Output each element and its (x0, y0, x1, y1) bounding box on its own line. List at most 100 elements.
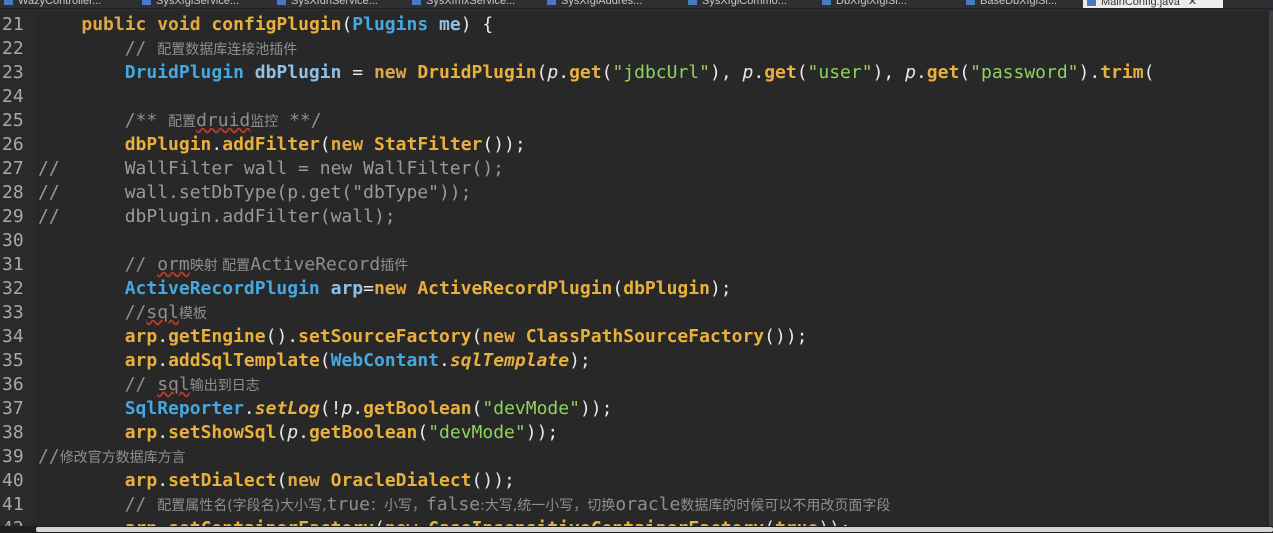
code-token: new (330, 134, 374, 155)
line-number: 22 (2, 38, 24, 59)
code-line[interactable]: 27 // WallFilter wall = new WallFilter(); (0, 157, 1269, 181)
tab-label: SysXfglAddres... (561, 0, 643, 7)
code-token: ( (764, 518, 775, 526)
code-token: Plugins (352, 14, 429, 35)
line-number: 24 (2, 86, 24, 107)
code-line[interactable]: 28 // wall.setDbType(p.get("dbType")); (0, 181, 1269, 205)
code-text: // sql输出到日志 (38, 373, 260, 398)
code-token: . (558, 62, 570, 83)
code-token: ：小写， (369, 498, 426, 514)
code-line[interactable]: 21 public void configPlugin(Plugins me) … (0, 13, 1269, 37)
code-token: ( (417, 422, 429, 443)
code-token: p (905, 62, 916, 83)
code-line[interactable]: 33 //sql模板 (0, 301, 1269, 325)
code-line[interactable]: 23 DruidPlugin dbPlugin = new DruidPlugi… (0, 61, 1269, 85)
code-token: **/ (278, 110, 322, 131)
tab-label: SysXfmxService... (426, 0, 516, 7)
code-editor[interactable]: 21 public void configPlugin(Plugins me) … (0, 11, 1269, 526)
code-text: // WallFilter wall = new WallFilter(); (38, 157, 504, 181)
code-token: "jdbcUrl" (612, 62, 710, 83)
code-text: // orm映射 配置ActiveRecord插件 (38, 253, 409, 278)
line-number: 34 (2, 326, 24, 347)
editor-tab[interactable]: MainConfig.java ✕ (1083, 0, 1223, 8)
java-file-icon (547, 0, 556, 5)
code-line[interactable]: 36 // sql输出到日志 (0, 373, 1269, 397)
editor-tab[interactable]: SysXfmxService... (408, 0, 536, 8)
code-text: arp.setDialect(new OracleDialect()); (38, 469, 515, 493)
editor-tab[interactable]: DbXfglXfglSi... (818, 0, 955, 8)
code-line[interactable]: 22 // 配置数据库连接池插件 (0, 37, 1269, 61)
code-token: p (742, 62, 754, 83)
code-token: 输出到日志 (189, 378, 260, 394)
code-token: 修改官方数据库方言 (59, 450, 186, 466)
code-line[interactable]: 41 // 配置属性名(字段名)大小写,true：小写，false:大写,统一小… (0, 493, 1269, 517)
code-line[interactable]: 25 /** 配置druid监控 **/ (0, 109, 1269, 133)
code-token: . (157, 518, 168, 526)
code-line[interactable]: 32 ActiveRecordPlugin arp=new ActiveReco… (0, 277, 1269, 301)
horizontal-scrollbar-thumb[interactable] (36, 527, 1273, 532)
code-token: ()); (482, 134, 526, 155)
code-line[interactable]: 34 arp.getEngine().setSourceFactory(new … (0, 325, 1269, 349)
java-file-icon (142, 0, 151, 5)
code-line[interactable]: 39 //修改官方数据库方言 (0, 445, 1269, 469)
code-line[interactable]: 30 (0, 229, 1269, 253)
code-token: ()); (764, 326, 808, 347)
editor-tab[interactable]: WazyController... (0, 0, 130, 8)
editor-tab[interactable]: SysXfglAddres... (543, 0, 677, 8)
code-token: // WallFilter wall = new WallFilter(); (38, 158, 504, 179)
code-token: dbPlugin (124, 134, 212, 155)
editor-tab[interactable]: SysXfdhService... (273, 0, 401, 8)
code-token: ( (276, 422, 288, 443)
code-line[interactable]: 38 arp.setShowSql(p.getBoolean("devMode"… (0, 421, 1269, 445)
code-token: setLog (254, 398, 320, 419)
code-token: . (243, 398, 255, 419)
code-token: ( (1143, 62, 1155, 83)
code-token: setDialect (168, 470, 277, 491)
horizontal-scrollbar[interactable] (0, 526, 1273, 533)
code-line[interactable]: 31 // orm映射 配置ActiveRecord插件 (0, 253, 1269, 277)
code-text: // wall.setDbType(p.get("dbType")); (38, 181, 471, 205)
code-token: new (287, 470, 331, 491)
code-token: orm (157, 254, 190, 275)
code-line[interactable]: 42 arp.setContainerFactory(new CaseInsen… (0, 517, 1269, 526)
code-line[interactable]: 40 arp.setDialect(new OracleDialect()); (0, 469, 1269, 493)
line-number: 33 (2, 302, 24, 323)
code-text: //修改官方数据库方言 (38, 445, 186, 470)
code-token: )); (525, 422, 559, 443)
code-line[interactable]: 37 SqlReporter.setLog(!p.getBoolean("dev… (0, 397, 1269, 421)
code-text: arp.addSqlTemplate(WebContant.sqlTemplat… (38, 349, 591, 373)
code-line[interactable]: 26 dbPlugin.addFilter(new StatFilter()); (0, 133, 1269, 157)
code-token: new (482, 326, 526, 347)
code-token: . (157, 470, 169, 491)
code-token: )); (579, 398, 613, 419)
java-file-icon (822, 0, 831, 5)
code-token: ( (959, 62, 971, 83)
code-token: p (287, 422, 299, 443)
code-token: /** (124, 110, 169, 131)
code-token: ( (601, 62, 613, 83)
code-text: // 配置属性名(字段名)大小写,true：小写，false:大写,统一小写，切… (38, 493, 891, 518)
code-token: true (326, 494, 370, 515)
vertical-scrollbar[interactable] (1269, 11, 1273, 526)
close-tab-icon[interactable]: ✕ (1188, 0, 1197, 8)
code-token: 数据库的时候可以不用改页面字段 (680, 498, 891, 514)
tab-label: SysXfglCommo... (702, 0, 787, 7)
code-line[interactable]: 29 // dbPlugin.addFilter(wall); (0, 205, 1269, 229)
code-token: ( (319, 350, 331, 371)
editor-tab[interactable]: BaseDbXfglSi... (962, 0, 1076, 8)
code-line[interactable]: 24 (0, 85, 1269, 109)
code-token: arp (125, 518, 158, 526)
line-number: 25 (2, 110, 24, 131)
code-line[interactable]: 35 arp.addSqlTemplate(WebContant.sqlTemp… (0, 349, 1269, 373)
code-token: addFilter (222, 134, 320, 155)
editor-tab[interactable]: SysXfglCommo... (684, 0, 811, 8)
code-token: . (439, 350, 450, 371)
code-token: new (385, 518, 428, 526)
editor-tab[interactable]: SysXfglService... (138, 0, 266, 8)
